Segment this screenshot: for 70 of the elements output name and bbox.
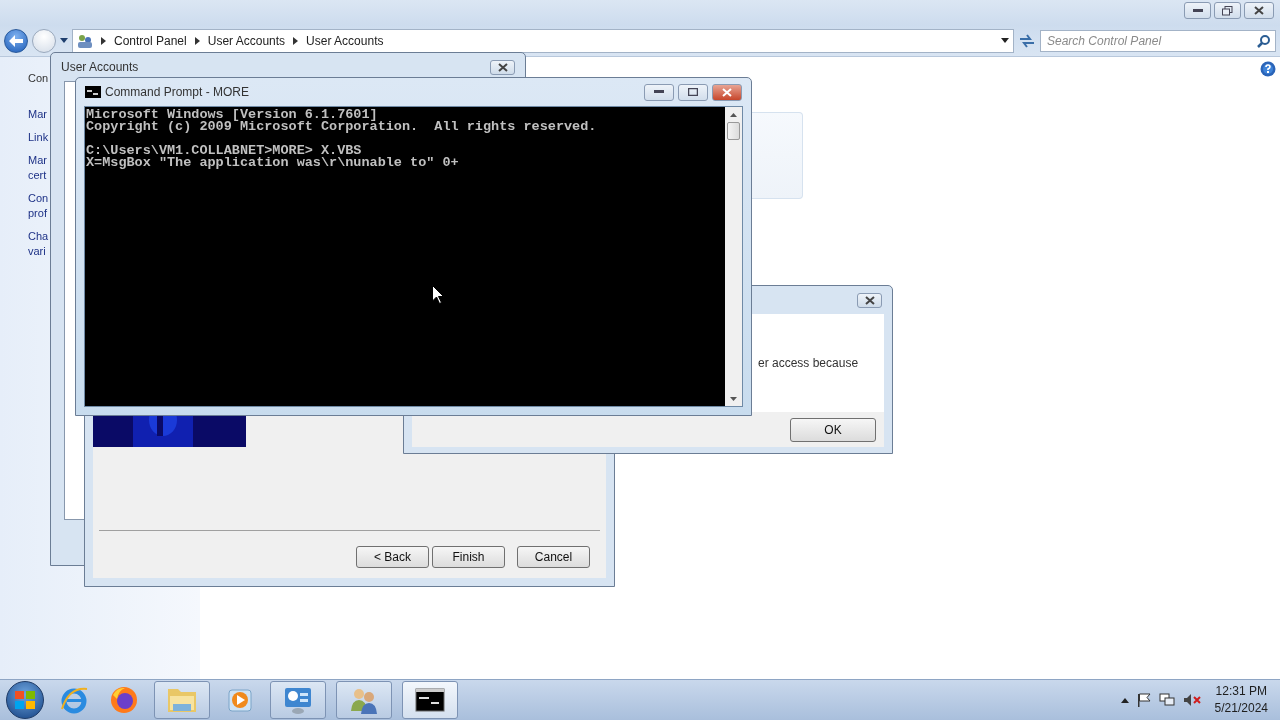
windows-logo-icon (15, 691, 35, 709)
close-button[interactable] (1244, 2, 1274, 19)
close-icon (1254, 6, 1264, 15)
scroll-thumb[interactable] (727, 122, 740, 140)
message-text: er access because (758, 356, 859, 370)
mouse-cursor-icon (432, 285, 444, 304)
breadcrumb-link[interactable]: User Accounts (207, 33, 286, 48)
window-title: User Accounts (61, 60, 140, 74)
terminal-icon (415, 688, 445, 712)
clock[interactable]: 12:31 PM 5/21/2024 (1208, 683, 1274, 717)
help-icon[interactable] (1260, 61, 1276, 77)
scroll-down-icon[interactable] (730, 397, 737, 401)
sidebar-link[interactable]: Con prof (28, 191, 49, 221)
sidebar-link[interactable]: Mar (28, 107, 47, 122)
console-line: X=MsgBox "The application was\r\nunable to" 0+ (86, 157, 460, 169)
dropdown-icon[interactable] (60, 38, 68, 43)
maximize-button[interactable] (678, 83, 708, 101)
console-line: C:\Users\VM1.COLLABNET>MORE> X.VBS (86, 145, 362, 157)
breadcrumb-link[interactable]: Control Panel (114, 33, 187, 48)
sidebar-link[interactable]: Mar cert (28, 153, 47, 183)
console-line: Microsoft Windows [Version 6.1.7601] (86, 109, 378, 121)
sidebar-link[interactable]: Link (28, 130, 49, 145)
ok-button[interactable]: OK (790, 417, 876, 442)
minimize-icon (1192, 8, 1203, 13)
close-icon (864, 295, 875, 305)
back-button[interactable] (4, 28, 28, 53)
minimize-button[interactable] (644, 83, 674, 101)
monitor-icon (282, 685, 314, 715)
chevron-icon (101, 36, 106, 45)
minimize-button[interactable] (1184, 2, 1211, 19)
show-hidden-icons-icon[interactable] (1120, 697, 1129, 703)
scrollbar[interactable] (725, 107, 742, 406)
close-button[interactable] (857, 292, 882, 308)
taskbar-button[interactable] (402, 681, 458, 719)
time-text: 12:31 PM (1215, 683, 1267, 700)
muted-speaker-icon[interactable] (1182, 693, 1201, 707)
network-icon[interactable] (1158, 693, 1175, 707)
date-text: 5/21/2024 (1214, 700, 1268, 717)
chevron-icon (293, 36, 299, 45)
wizard-button[interactable]: Cancel (517, 546, 590, 568)
restore-button[interactable] (1214, 2, 1241, 19)
flag-icon[interactable] (1136, 693, 1151, 707)
close-button[interactable] (712, 83, 742, 101)
wizard-button[interactable]: Finish (432, 546, 505, 568)
window-title: Command Prompt - MORE (105, 85, 251, 99)
dropdown-icon[interactable] (1001, 38, 1009, 43)
back-arrow-icon (9, 34, 23, 47)
refresh-icon[interactable] (1018, 32, 1036, 49)
close-icon (497, 62, 508, 72)
address-bar[interactable]: Control Panel User Accounts User Accounts (72, 28, 1014, 53)
chevron-icon (194, 36, 200, 45)
close-icon (722, 87, 732, 97)
maximize-icon (688, 88, 698, 96)
terminal-icon (85, 86, 101, 98)
start-button[interactable] (6, 681, 44, 719)
restore-icon (1222, 5, 1233, 16)
sidebar-link[interactable]: Con (28, 71, 49, 86)
minimize-icon (654, 90, 664, 94)
sidebar-link[interactable]: Cha vari (28, 229, 49, 259)
browser-icon (59, 685, 89, 715)
wizard-button[interactable]: < Back (356, 546, 429, 568)
browser-icon (109, 685, 139, 715)
scroll-up-icon[interactable] (730, 113, 737, 117)
search-icon (1257, 33, 1271, 48)
close-button[interactable] (490, 59, 515, 75)
users-icon (77, 32, 93, 49)
play-icon (226, 686, 254, 714)
search-field[interactable]: Search Control Panel (1040, 29, 1276, 52)
console-line: Copyright (c) 2009 Microsoft Corporation. All rights reserved. (86, 121, 598, 133)
breadcrumb-link[interactable]: User Accounts (306, 33, 384, 48)
